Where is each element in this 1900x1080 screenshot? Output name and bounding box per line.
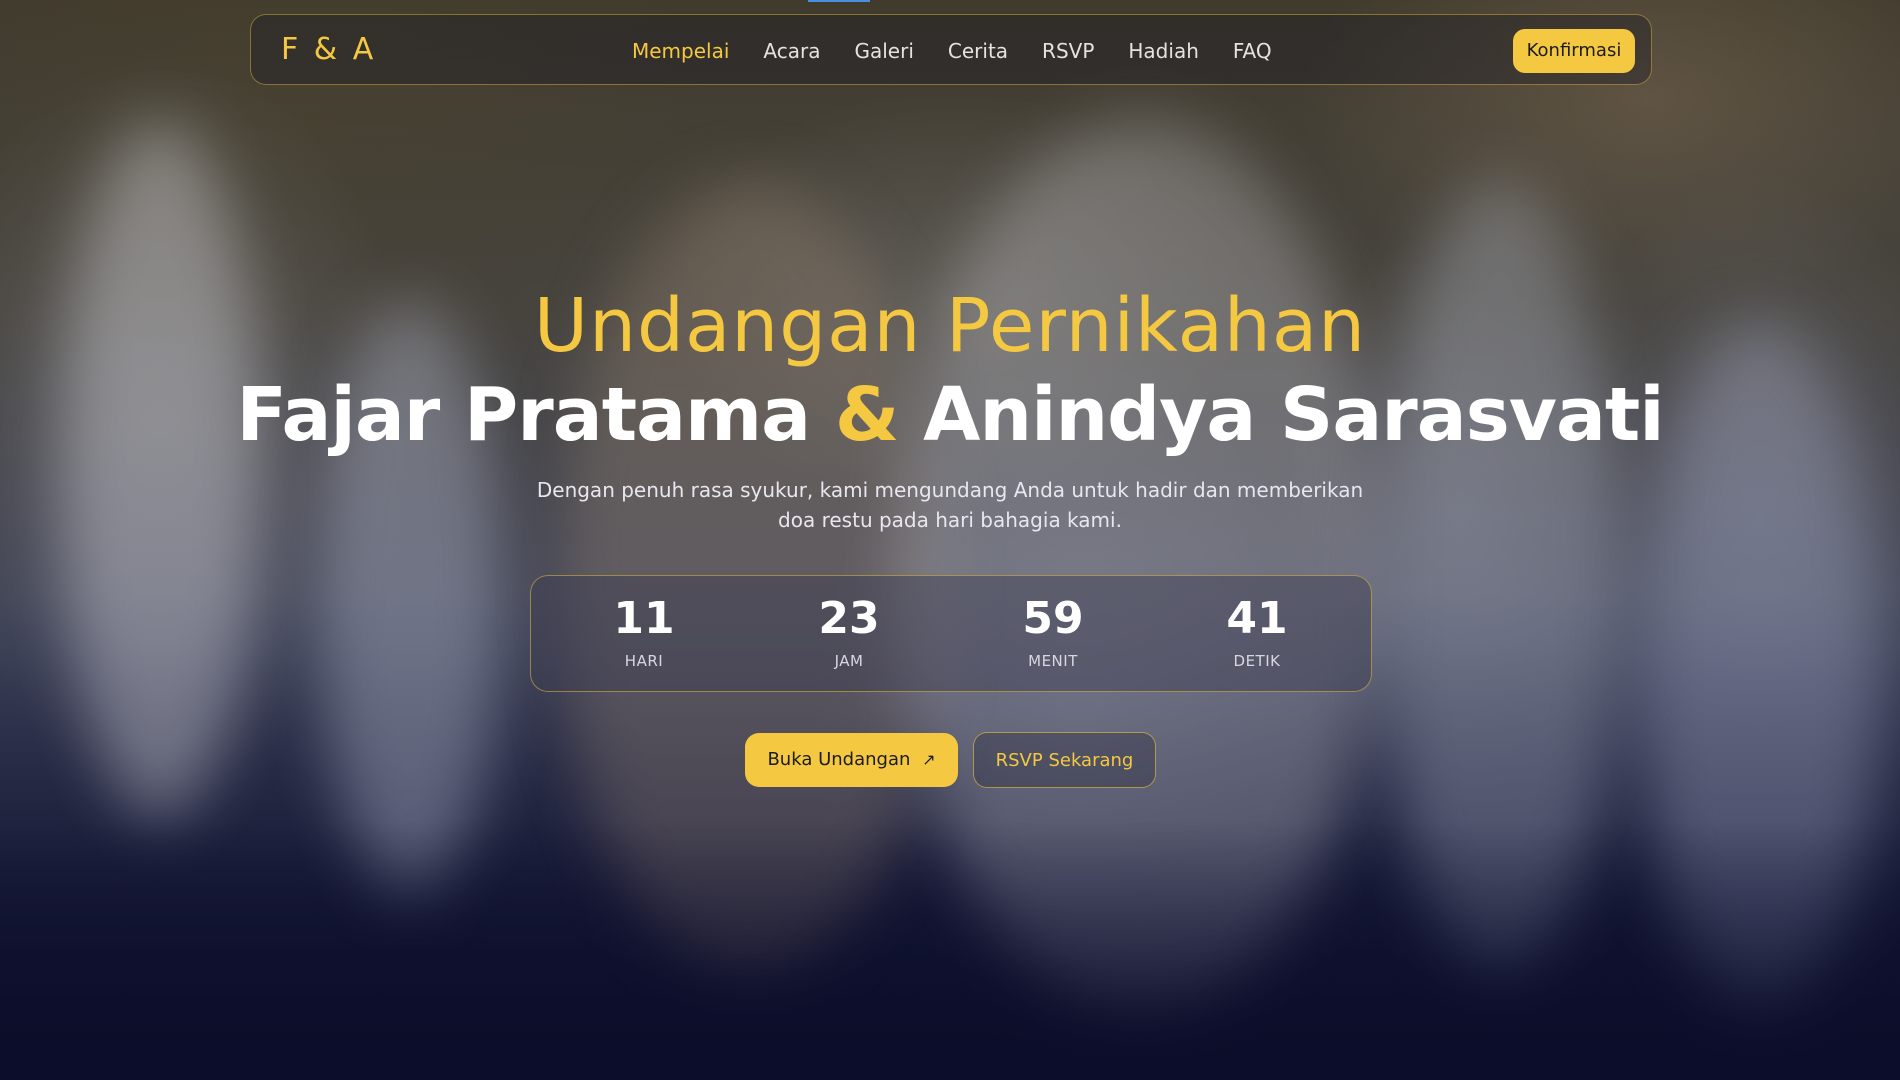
countdown-hours: 23 JAM: [789, 593, 909, 671]
open-invitation-button[interactable]: Buka Undangan ↗: [745, 733, 958, 787]
nav-item-hadiah[interactable]: Hadiah: [1128, 39, 1198, 63]
countdown-value: 41: [1226, 593, 1288, 644]
countdown-label: JAM: [834, 652, 864, 670]
hero-background: [0, 0, 1900, 1080]
scroll-indicator: [808, 0, 870, 2]
nav-item-faq[interactable]: FAQ: [1233, 39, 1272, 63]
bride-name: Anindya Sarasvati: [923, 372, 1665, 458]
nav-item-acara[interactable]: Acara: [763, 39, 820, 63]
countdown-label: HARI: [624, 652, 664, 670]
nav-item-mempelai[interactable]: Mempelai: [632, 39, 729, 63]
invitation-message: Dengan penuh rasa syukur, kami mengundan…: [536, 478, 1364, 532]
countdown-value: 59: [1022, 593, 1084, 644]
countdown-label: DETIK: [1233, 652, 1281, 670]
couple-names: Fajar Pratama & Anindya Sarasvati: [0, 372, 1900, 458]
nav-menu: Mempelai Acara Galeri Cerita RSVP Hadiah…: [632, 15, 1306, 86]
bottom-fade: [0, 820, 1900, 1080]
logo[interactable]: F & A: [281, 32, 376, 67]
countdown-value: 23: [818, 593, 880, 644]
nav-item-rsvp[interactable]: RSVP: [1042, 39, 1094, 63]
countdown-value: 11: [613, 593, 675, 644]
invitation-title: Undangan Pernikahan: [533, 283, 1367, 369]
groom-name: Fajar Pratama: [236, 372, 811, 458]
navbar: F & A Mempelai Acara Galeri Cerita RSVP …: [250, 14, 1652, 85]
countdown-minutes: 59 MENIT: [993, 593, 1113, 671]
countdown-seconds: 41 DETIK: [1197, 593, 1317, 671]
open-invitation-label: Buka Undangan: [767, 749, 911, 770]
arrow-up-right-icon: ↗: [922, 750, 936, 769]
background-photo-guest: [60, 120, 260, 820]
confirm-button[interactable]: Konfirmasi: [1513, 29, 1635, 73]
countdown-days: 11 HARI: [584, 593, 704, 671]
nav-item-galeri[interactable]: Galeri: [854, 39, 913, 63]
ampersand: &: [834, 372, 900, 458]
nav-item-cerita[interactable]: Cerita: [948, 39, 1008, 63]
countdown-label: MENIT: [1028, 652, 1078, 670]
rsvp-now-button[interactable]: RSVP Sekarang: [973, 732, 1156, 788]
countdown-timer: 11 HARI 23 JAM 59 MENIT 41 DETIK: [530, 575, 1372, 692]
